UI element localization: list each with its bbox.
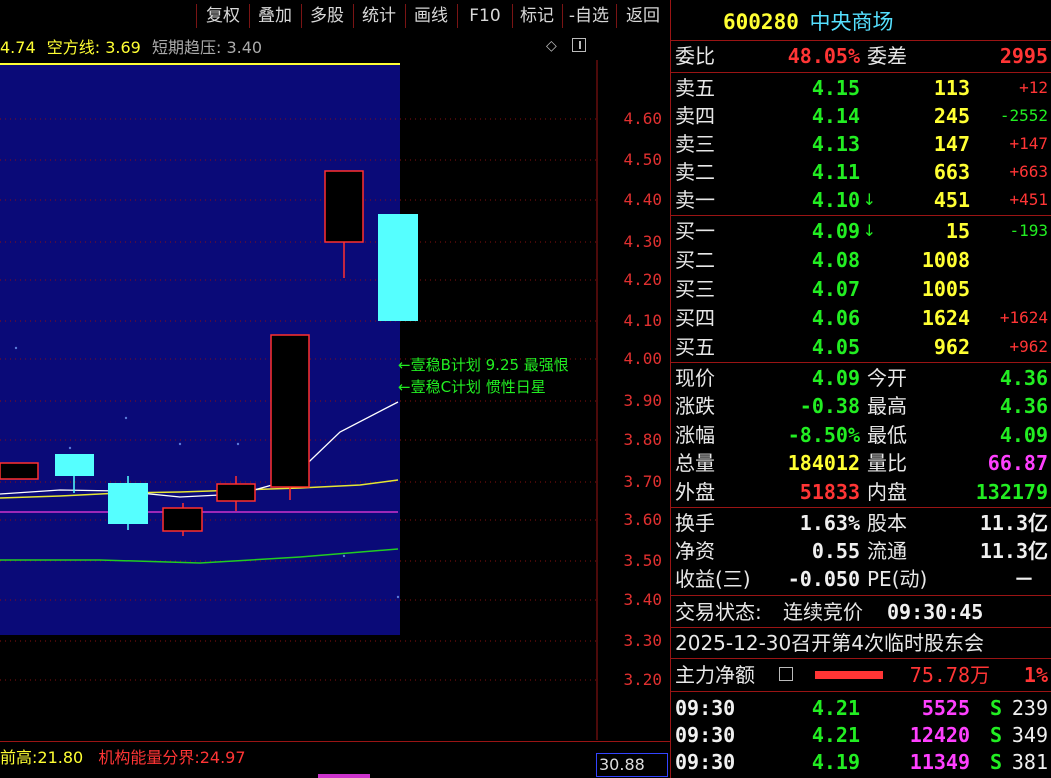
short-line-label: 空方线: — [46, 38, 101, 57]
candlestick-chart[interactable]: ←壹稳B计划 9.25 最强恨 ←壹稳C计划 惯性日星 — [0, 60, 598, 740]
candle — [378, 214, 418, 321]
candle — [270, 334, 310, 488]
statistics-button[interactable]: 统计 — [354, 4, 404, 28]
price-tick: 4.40 — [623, 190, 662, 209]
bid-row[interactable]: 买三 4.07 1005 — [675, 275, 1051, 303]
prev-high-value: 21.80 — [37, 748, 84, 767]
quote-row: 外盘 51833 内盘 132179 — [675, 480, 1048, 504]
window-toggle-icon[interactable] — [572, 38, 586, 52]
bid-row[interactable]: 买一 4.09 ↓ 15 -193 — [675, 217, 1051, 245]
institution-boundary-label: 机构能量分界: — [98, 748, 200, 767]
price-tick: 4.10 — [623, 311, 662, 330]
list-icon[interactable] — [779, 667, 793, 681]
price-tick: 3.70 — [623, 472, 662, 491]
price-tick: 3.30 — [623, 631, 662, 650]
indicator-prefix-value: 4.74 — [0, 38, 36, 57]
flow-bar — [815, 671, 883, 679]
candle — [108, 483, 148, 524]
quote-row: 涨幅 -8.50% 最低 4.09 — [675, 423, 1048, 447]
ask-row[interactable]: 卖五 4.15 113 +12 — [675, 74, 1051, 102]
bid-row[interactable]: 买五 4.05 962 +962 — [675, 333, 1051, 361]
overlay-button[interactable]: 叠加 — [250, 4, 300, 28]
ask-row[interactable]: 卖一 4.10 ↓ 451 +451 — [675, 186, 1051, 214]
stock-header[interactable]: 600280 中央商场 — [723, 6, 894, 36]
bottom-indicator: 前高:21.80 机构能量分界:24.97 — [0, 742, 246, 774]
short-term-pressure-label: 短期趋压: — [151, 38, 222, 57]
stock-code: 600280 — [723, 10, 799, 34]
bid-row[interactable]: 买二 4.08 1008 — [675, 246, 1051, 274]
ask-row[interactable]: 卖四 4.14 245 -2552 — [675, 102, 1051, 130]
candle — [162, 507, 203, 532]
short-line-value: 3.69 — [105, 38, 141, 57]
down-arrow-icon: ↓ — [862, 221, 876, 240]
main-capital-flow[interactable]: 主力净额 75.78万 1% — [675, 661, 1051, 689]
candle — [0, 462, 39, 480]
quote-row: 现价 4.09 今开 4.36 — [675, 366, 1048, 390]
price-tick: 3.90 — [623, 391, 662, 410]
order-ratio-row: 委比 48.05% 委差 2995 — [675, 44, 1048, 68]
draw-line-button[interactable]: 画线 — [406, 4, 456, 28]
price-tick: 4.60 — [623, 109, 662, 128]
price-axis: 4.60 4.50 4.40 4.30 4.20 4.10 4.00 3.90 … — [598, 60, 670, 740]
ask-row[interactable]: 卖三 4.13 147 +147 — [675, 130, 1051, 158]
diamond-icon[interactable]: ◇ — [546, 38, 557, 54]
mark-button[interactable]: 标记 — [513, 4, 561, 28]
price-tick: 4.50 — [623, 150, 662, 169]
quote-panel: 600280 中央商场 委比 48.05% 委差 2995 卖五 4.15 11… — [670, 0, 1051, 778]
tick-row: 09:30 4.21 5525 S 239 — [675, 696, 1048, 720]
price-tick: 4.30 — [623, 232, 662, 251]
annotation-plan-b: ←壹稳B计划 9.25 最强恨 — [398, 356, 569, 374]
fundamental-row: 净资 0.55 流通 11.3亿 — [675, 539, 1048, 563]
notice-line[interactable]: 2025-12-30召开第4次临时股东会 — [675, 629, 1051, 657]
fundamental-row: 换手 1.63% 股本 11.3亿 — [675, 511, 1048, 535]
price-tick: 3.60 — [623, 510, 662, 529]
bid-row[interactable]: 买四 4.06 1624 +1624 — [675, 304, 1051, 332]
institution-boundary-value: 24.97 — [199, 748, 246, 767]
candle — [216, 483, 256, 502]
price-tick: 3.40 — [623, 590, 662, 609]
trading-status: 交易状态: 连续竞价 09:30:45 — [675, 600, 984, 624]
down-arrow-icon: ↓ — [862, 190, 876, 209]
price-tick: 4.00 — [623, 349, 662, 368]
candle — [324, 170, 364, 243]
chart-toolbar: 复权 叠加 多股 统计 画线 F10 标记 -自选 返回 — [0, 0, 670, 32]
fundamental-row: 收益(三) -0.050 PE(动) － — [675, 567, 1034, 591]
tick-row: 09:30 4.19 11349 S 381 — [675, 750, 1048, 774]
volume-bar — [318, 774, 370, 778]
prev-high-label: 前高: — [0, 748, 38, 767]
watchlist-button[interactable]: -自选 — [563, 4, 615, 28]
annotation-plan-c: ←壹稳C计划 惯性日星 — [398, 378, 546, 396]
stock-name: 中央商场 — [809, 10, 894, 34]
chart-svg — [0, 60, 598, 740]
back-button[interactable]: 返回 — [617, 4, 669, 28]
price-tick: 3.50 — [623, 551, 662, 570]
price-tick: 3.80 — [623, 430, 662, 449]
f10-button[interactable]: F10 — [458, 4, 512, 28]
price-tick: 4.20 — [623, 270, 662, 289]
multi-stock-button[interactable]: 多股 — [302, 4, 352, 28]
candle — [55, 454, 94, 476]
ask-row[interactable]: 卖二 4.11 663 +663 — [675, 158, 1051, 186]
chart-highlight-region — [0, 64, 400, 635]
quote-row: 总量 184012 量比 66.87 — [675, 451, 1048, 475]
restore-rights-button[interactable]: 复权 — [198, 4, 248, 28]
quote-row: 涨跌 -0.38 最高 4.36 — [675, 394, 1048, 418]
indicator-legend: 4.74 空方线: 3.69 短期趋压: 3.40 — [0, 34, 262, 58]
short-term-pressure-value: 3.40 — [226, 38, 263, 57]
price-tick: 3.20 — [623, 670, 662, 689]
bottom-value-box: 30.88 — [596, 753, 668, 777]
tick-row: 09:30 4.21 12420 S 349 — [675, 723, 1048, 747]
